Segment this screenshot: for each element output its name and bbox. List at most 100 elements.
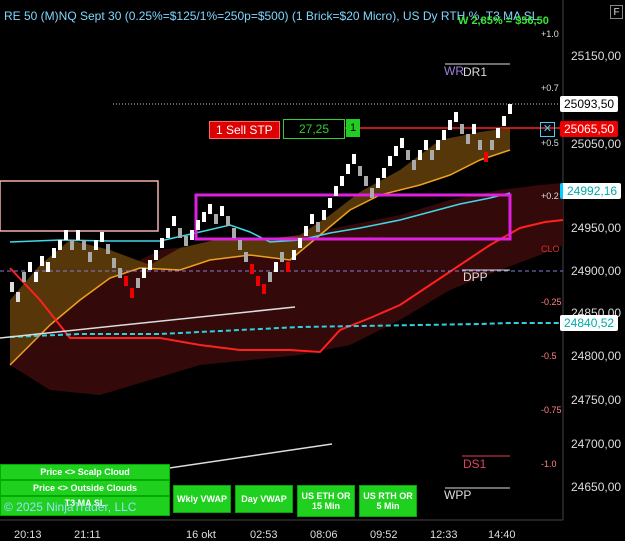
renko-brick [238,240,242,250]
renko-brick [490,140,494,150]
renko-brick [88,252,92,262]
renko-brick [424,140,428,150]
copyright-notice: © 2025 NinjaTrader, LLC [4,500,137,514]
indicator-scale-label: -0.75 [541,405,562,415]
toggle-weekly-vwap-button[interactable]: Wkly VWAP [173,485,231,513]
renko-brick [478,140,482,150]
chart-canvas[interactable] [0,0,625,541]
renko-brick [454,112,458,122]
renko-brick [214,214,218,224]
last-price-tag: 25093,50 [560,96,619,112]
ds1-level-label: DS1 [463,457,487,471]
price-label: 24750,00 [571,393,622,407]
renko-brick [226,216,230,226]
renko-brick [322,210,326,220]
wpp-level-label: WPP [444,488,472,502]
toggle-outside-clouds-button[interactable]: Price <> Outside Clouds [0,480,170,496]
time-label: 08:06 [310,529,338,541]
renko-brick [184,236,188,246]
renko-brick [130,288,134,298]
renko-brick [136,278,140,288]
renko-brick [346,164,350,174]
renko-brick [178,228,182,238]
cancel-order-icon[interactable]: ✕ [540,122,555,137]
renko-brick [142,268,146,278]
renko-brick [484,152,488,162]
dpp-level-label: DPP [463,270,488,284]
renko-brick [94,240,98,250]
price-label: 24900,00 [571,264,622,278]
renko-brick [442,130,446,140]
toggle-us-eth-or-button[interactable]: US ETH OR 15 Min [297,485,355,517]
renko-brick [154,250,158,260]
renko-brick [244,252,248,262]
renko-brick [70,240,74,250]
renko-brick [196,220,200,230]
lower-band-tag: 24840,52 [560,315,619,331]
renko-brick [376,178,380,188]
renko-brick [304,226,308,236]
indicator-scale-label: +1.0 [541,29,559,39]
renko-brick [232,228,236,238]
indicator-scale-label: +0.2 [541,191,559,201]
renko-brick [460,124,464,134]
order-price-field[interactable]: 27,25 [283,119,345,139]
toggle-scalp-cloud-button[interactable]: Price <> Scalp Cloud [0,464,170,480]
renko-brick [400,138,404,148]
renko-brick [436,140,440,150]
renko-brick [250,264,254,274]
renko-brick [328,198,332,208]
renko-brick [394,146,398,156]
renko-brick [10,282,14,292]
renko-brick [220,206,224,216]
renko-brick [58,240,62,250]
renko-brick [508,104,512,114]
renko-brick [430,150,434,160]
weekly-range-readout: W 2,85% = $56,50 [458,15,549,27]
toggle-day-vwap-button[interactable]: Day VWAP [235,485,293,513]
renko-brick [370,188,374,198]
time-label: 20:13 [14,529,42,541]
renko-brick [472,124,476,134]
renko-brick [334,186,338,196]
price-label: 25050,00 [571,137,622,151]
renko-brick [82,240,86,250]
order-quantity[interactable]: 1 [346,119,360,137]
renko-brick [406,150,410,160]
renko-brick [412,160,416,170]
indicator-scale-label: -0.5 [541,351,557,361]
renko-brick [112,258,116,268]
renko-brick [286,262,290,272]
indicator-scale-label: +0.5 [541,138,559,148]
renko-brick [118,268,122,278]
zone-rectangle-pink[interactable] [0,180,159,232]
order-price-tag: 25065,50 [560,121,619,137]
sell-stop-order-button[interactable]: 1 Sell STP [209,121,280,139]
renko-brick [262,284,266,294]
renko-brick [28,262,32,272]
renko-brick [388,156,392,166]
renko-brick [496,128,500,138]
renko-brick [46,262,50,272]
indicator-scale-label: CLO [541,244,560,254]
price-label: 24700,00 [571,437,622,451]
renko-brick [418,150,422,160]
renko-brick [22,272,26,282]
renko-brick [34,272,38,282]
renko-brick [358,166,362,176]
renko-brick [466,134,470,144]
renko-brick [172,216,176,226]
time-label: 12:33 [430,529,458,541]
renko-brick [382,168,386,178]
renko-brick [274,262,278,272]
toggle-us-rth-or-button[interactable]: US RTH OR 5 Min [359,485,417,517]
close-icon[interactable]: F [610,5,623,19]
renko-brick [364,176,368,186]
renko-brick [166,228,170,238]
renko-brick [340,176,344,186]
renko-brick [16,292,20,302]
renko-brick [106,244,110,254]
price-label: 24650,00 [571,480,622,494]
renko-brick [100,232,104,242]
renko-brick [448,120,452,130]
